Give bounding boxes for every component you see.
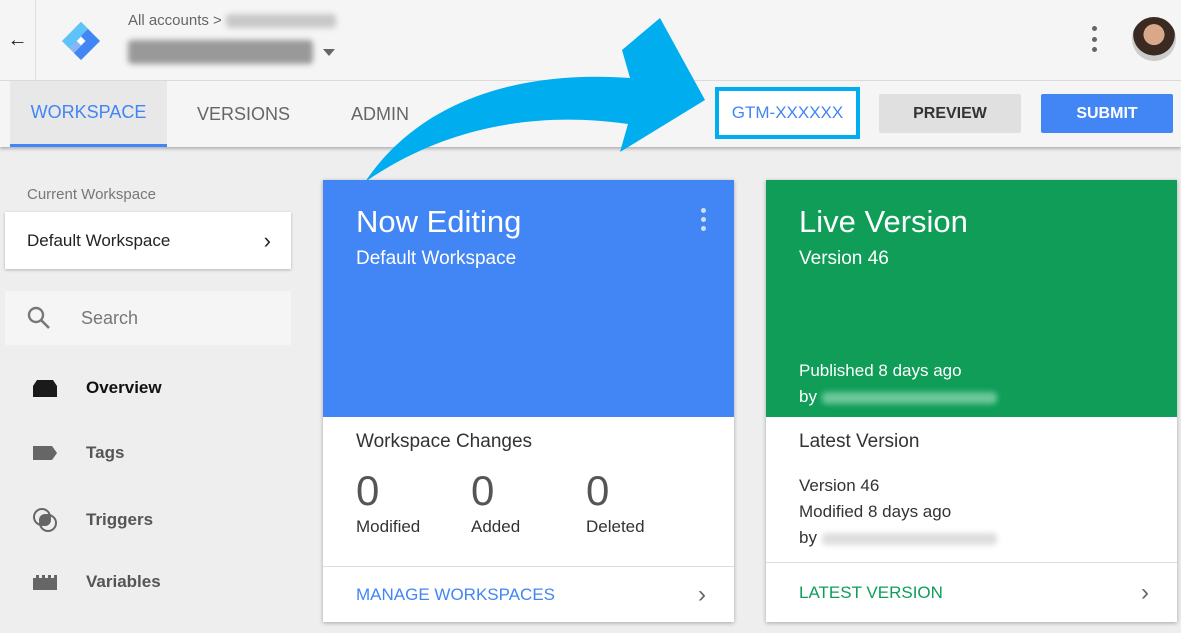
more-vert-icon[interactable] bbox=[701, 208, 706, 231]
manage-workspaces-link[interactable]: MANAGE WORKSPACES › bbox=[323, 566, 734, 622]
live-version-card: Live Version Version 46 Published 8 days… bbox=[766, 180, 1177, 622]
avatar[interactable] bbox=[1132, 17, 1176, 61]
published-text: Published 8 days ago bbox=[799, 361, 962, 380]
trigger-icon bbox=[33, 508, 57, 532]
tab-admin[interactable]: ADMIN bbox=[325, 81, 435, 147]
blurred-container-name bbox=[128, 40, 313, 64]
chevron-right-icon: › bbox=[1141, 578, 1149, 606]
stat-added: 0 Added bbox=[471, 467, 521, 536]
arrow-left-icon[interactable]: ← bbox=[0, 0, 36, 81]
stat-deleted: 0 Deleted bbox=[586, 467, 645, 536]
card-subtitle: Default Workspace bbox=[356, 248, 517, 269]
tab-versions[interactable]: VERSIONS bbox=[175, 81, 312, 147]
sidebar-item-variables[interactable]: Variables bbox=[32, 572, 161, 592]
container-selector[interactable] bbox=[128, 40, 335, 64]
breadcrumb[interactable]: All accounts > bbox=[128, 12, 336, 29]
sidebar-item-overview[interactable]: Overview bbox=[32, 378, 162, 398]
search-icon bbox=[27, 306, 50, 329]
workspace-selector[interactable]: Default Workspace › bbox=[5, 212, 291, 269]
current-workspace-label: Current Workspace bbox=[27, 186, 156, 203]
card-title: Live Version bbox=[799, 204, 968, 239]
sidebar-item-tags[interactable]: Tags bbox=[32, 443, 124, 463]
stat-modified: 0 Modified bbox=[356, 467, 421, 536]
blurred-email bbox=[821, 532, 997, 545]
more-vert-icon[interactable] bbox=[1086, 26, 1102, 52]
workspace-changes-heading: Workspace Changes bbox=[356, 431, 533, 452]
container-id[interactable]: GTM-XXXXXX bbox=[715, 87, 860, 139]
latest-version-heading: Latest Version bbox=[799, 431, 920, 452]
submit-button[interactable]: SUBMIT bbox=[1041, 94, 1173, 133]
top-bar: ← All accounts > bbox=[0, 0, 1181, 81]
variables-icon bbox=[33, 575, 57, 590]
sidebar-item-triggers[interactable]: Triggers bbox=[32, 507, 153, 533]
tag-icon bbox=[33, 446, 57, 460]
search-input[interactable]: Search bbox=[5, 291, 291, 345]
chevron-right-icon: › bbox=[263, 227, 271, 253]
overview-icon bbox=[33, 380, 57, 397]
latest-version-link[interactable]: LATEST VERSION › bbox=[766, 562, 1177, 622]
caret-down-icon bbox=[323, 48, 335, 56]
tab-workspace[interactable]: WORKSPACE bbox=[10, 81, 167, 147]
google-tag-manager-logo bbox=[62, 22, 100, 60]
chevron-right-icon: › bbox=[698, 580, 706, 608]
blurred-email bbox=[821, 391, 997, 404]
now-editing-card: Now Editing Default Workspace Workspace … bbox=[323, 180, 734, 622]
preview-button[interactable]: PREVIEW bbox=[879, 94, 1021, 133]
card-title: Now Editing bbox=[356, 204, 522, 239]
card-subtitle: Version 46 bbox=[799, 248, 889, 269]
blurred-account-name bbox=[225, 14, 336, 29]
